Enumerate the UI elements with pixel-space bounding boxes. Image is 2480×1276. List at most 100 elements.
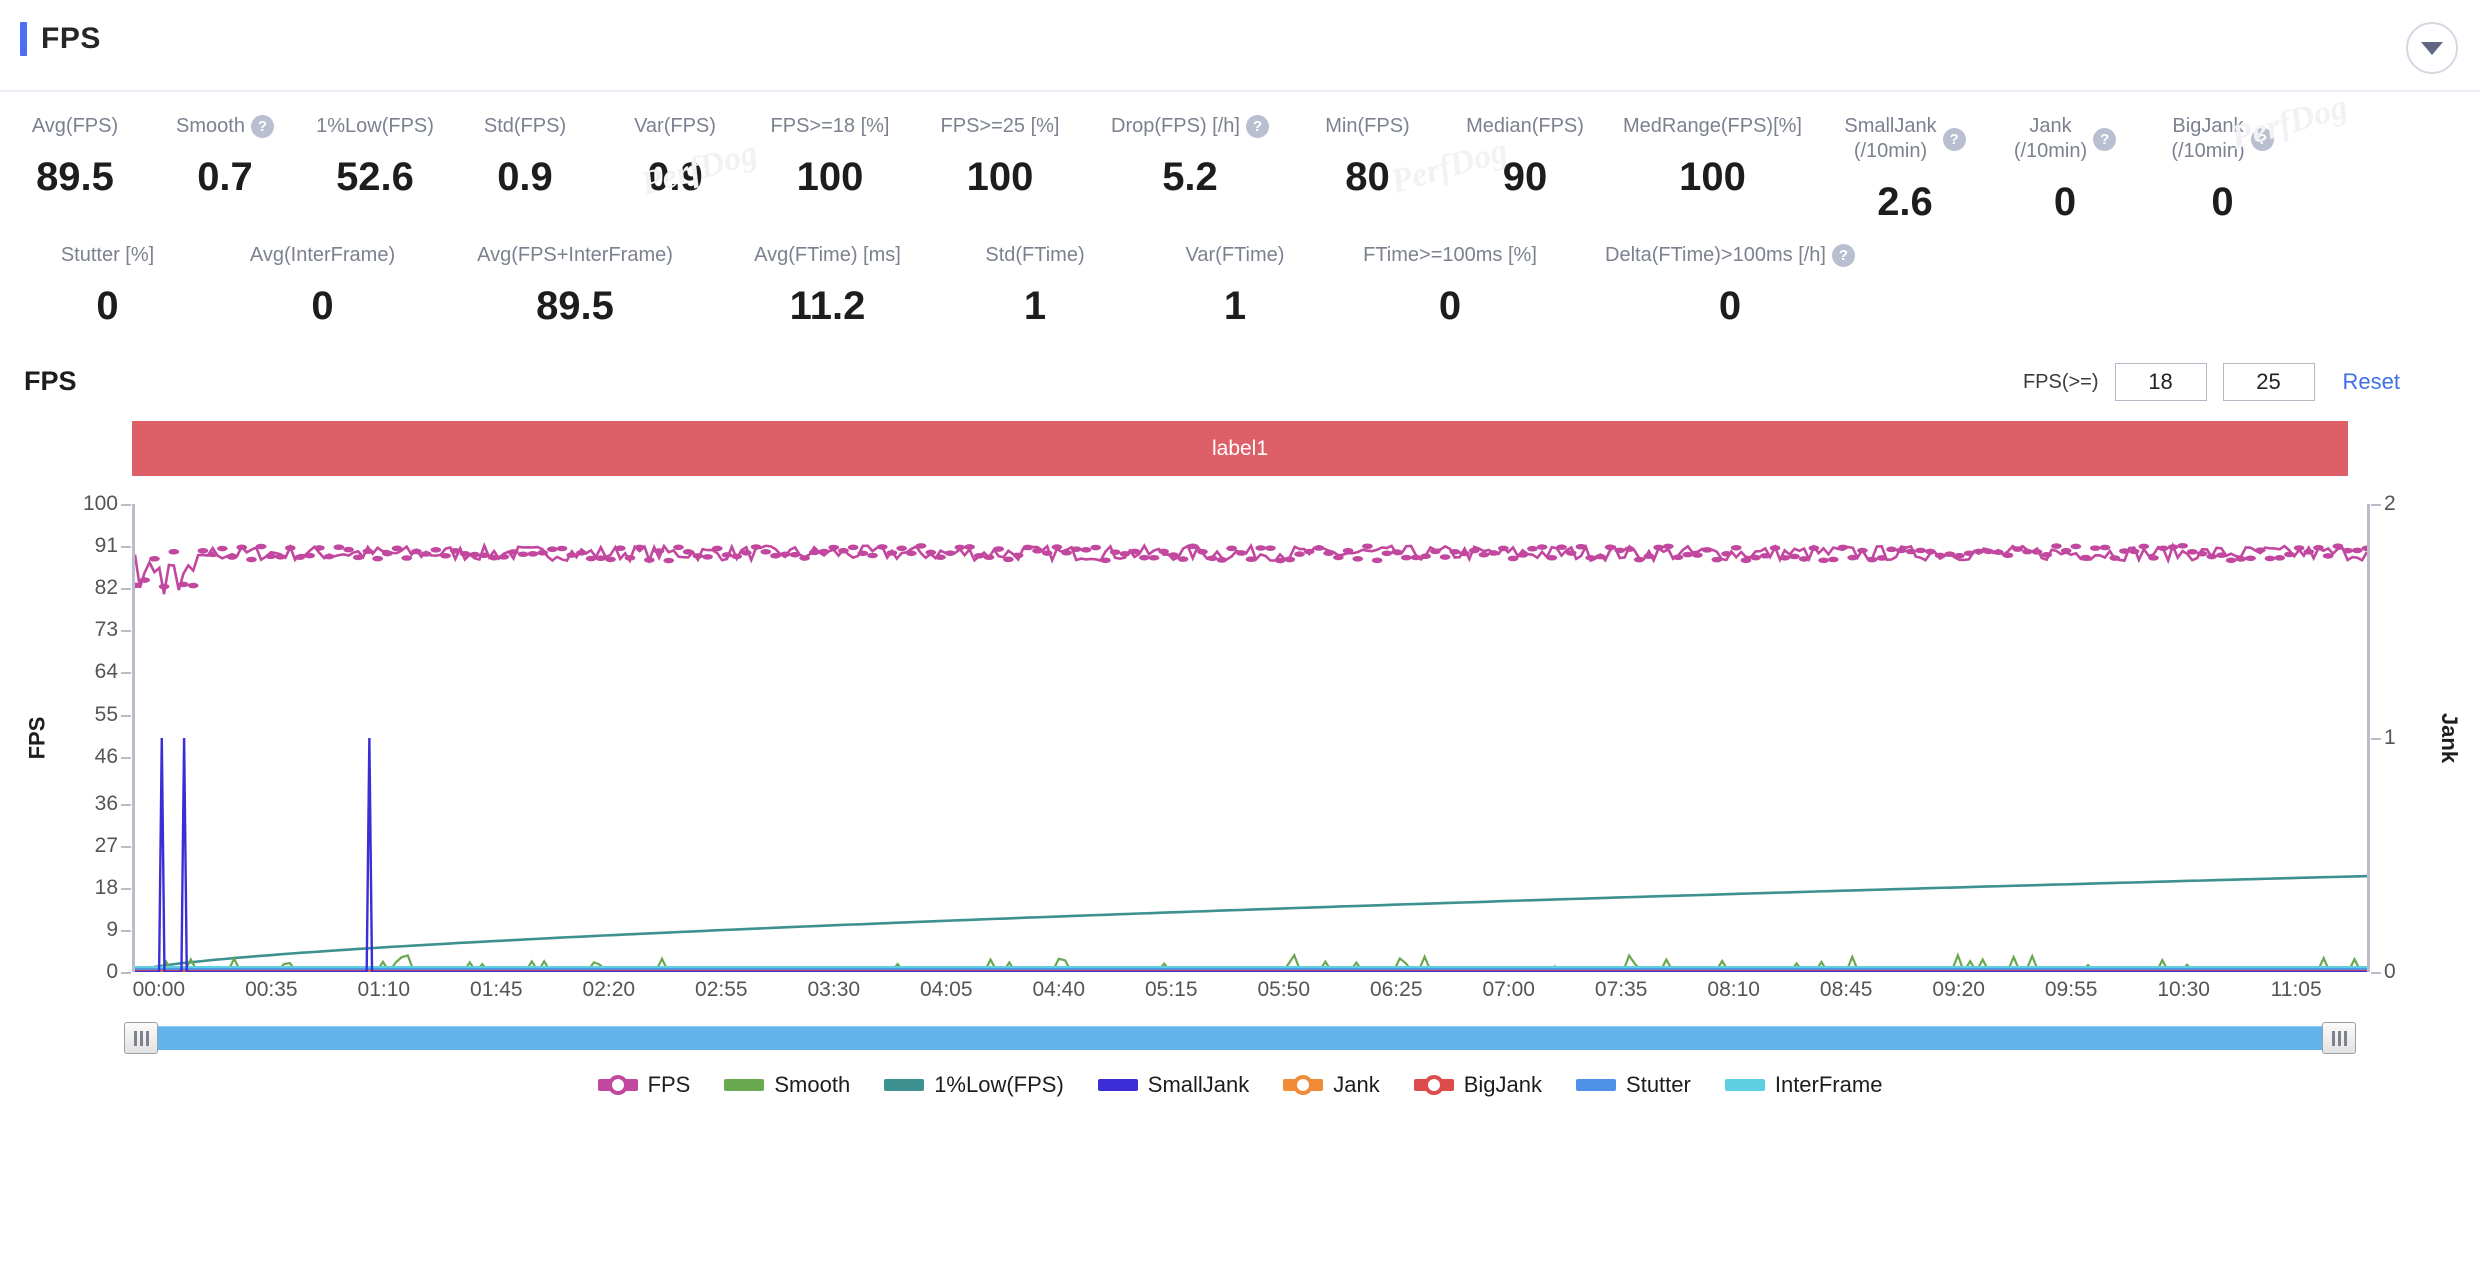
series-fps-point (197, 547, 209, 554)
plot-area[interactable] (132, 504, 2370, 972)
metric-label: Std(FPS) (484, 114, 566, 139)
chevron-down-icon (2421, 41, 2443, 55)
legend-label: SmallJank (1147, 1072, 1250, 1097)
series-fps-point (323, 553, 335, 560)
fps-threshold-low-input[interactable] (2114, 363, 2207, 401)
help-icon[interactable]: ? (1942, 127, 1966, 151)
help-icon[interactable]: ? (2250, 127, 2274, 151)
series-fps-point (158, 583, 170, 590)
metric-label-text: FPS>=25 [%] (940, 115, 1060, 137)
legend-item-1-low-fps[interactable]: 1%Low(FPS) (884, 1072, 1064, 1098)
legend-item-bigjank[interactable]: BigJank (1413, 1072, 1543, 1098)
label-band[interactable]: label1 (132, 421, 2348, 476)
metric-label-text: Std(FPS) (483, 115, 567, 137)
metric-label-text: Median(FPS) (1466, 115, 1584, 137)
legend-item-interframe[interactable]: InterFrame (1724, 1072, 1882, 1098)
help-icon[interactable]: ? (1245, 115, 1269, 138)
series-fps-point (2264, 555, 2276, 562)
series-fps-point (430, 547, 442, 553)
series-fps-point (634, 544, 645, 551)
series-fps-point (1682, 551, 1694, 558)
series-fps-point (478, 552, 490, 559)
series-fps-point (789, 551, 801, 558)
series-fps-point (1226, 545, 1237, 552)
range-right-handle[interactable] (2322, 1022, 2356, 1054)
help-icon[interactable]: ? (2093, 127, 2117, 151)
metric-label: Var(FTime) (1186, 243, 1285, 268)
series-fps-point (1585, 554, 1597, 561)
series-fps-point (721, 552, 733, 558)
series-fps-point (2225, 557, 2237, 564)
series-fps-point (1857, 547, 1868, 554)
metric-label: Var(FPS) (634, 114, 716, 139)
series-fps-point (2021, 548, 2033, 555)
series-fps-point (1410, 554, 1422, 561)
metric-value: 89.5 (36, 155, 114, 199)
range-left-handle[interactable] (124, 1022, 158, 1054)
metric-label-text: SmallJank (/10min) (1844, 115, 1937, 162)
series-fps-point (1148, 554, 1160, 561)
range-track[interactable] (132, 1026, 2348, 1050)
series-fps-point (1721, 551, 1732, 557)
y-axis-right-tick: 2 (2371, 492, 2396, 515)
legend-item-fps[interactable]: FPS (597, 1072, 690, 1098)
series-fps-point (1265, 545, 1276, 551)
x-axis-tick: 09:20 (1932, 978, 1985, 1001)
series-fps-point (1662, 543, 1674, 550)
metric-value: 0 (1438, 284, 1462, 328)
x-axis-tick: 04:05 (919, 978, 973, 1001)
legend-item-smalljank[interactable]: SmallJank (1097, 1072, 1250, 1098)
series-fps-point (838, 547, 849, 554)
metric-label-text: Delta(FTime)>100ms [/h] (1605, 244, 1826, 266)
metric-avg-ftime-ms: Avg(FTime) [ms] 11.2 (720, 243, 935, 329)
series-fps-point (1400, 554, 1412, 561)
x-axis-tick: 00:00 (132, 978, 186, 1001)
series-fps-point (1022, 544, 1034, 551)
series-fps-point (1274, 557, 1286, 564)
series-fps-point (1070, 546, 1082, 552)
series-fps-point (2235, 556, 2247, 562)
metric-value: 0 (96, 284, 119, 328)
series-fps-point (2109, 555, 2121, 561)
fps-threshold-label: FPS(>=) (2022, 370, 2099, 393)
metric-value: 52.6 (336, 155, 414, 199)
metric-label: Jank (/10min)? (2013, 114, 2117, 164)
legend-label: Stutter (1626, 1072, 1691, 1097)
help-icon[interactable]: ? (250, 115, 274, 138)
legend-item-jank[interactable]: Jank (1283, 1072, 1380, 1098)
reset-button[interactable]: Reset (2343, 369, 2400, 395)
series-fps-point (1255, 545, 1267, 551)
metric-min-fps: Min(FPS) 80 (1290, 114, 1445, 200)
metric-label: Min(FPS) (1325, 114, 1409, 139)
x-axis-tick: 08:45 (1819, 978, 1873, 1001)
legend-item-smooth[interactable]: Smooth (724, 1072, 850, 1098)
metric-value: 11.2 (789, 284, 866, 328)
series-fps-point (896, 545, 908, 552)
series-fps-point (1177, 556, 1189, 562)
series-fps-point (935, 554, 946, 561)
metric-label-text: Drop(FPS) [/h] (1111, 115, 1240, 137)
series-fps-point (459, 550, 471, 557)
range-scrollbar[interactable] (124, 1022, 2356, 1056)
series-fps-point (362, 548, 374, 555)
fps-threshold-high-input[interactable] (2222, 363, 2315, 401)
series-fps-point (1100, 557, 1111, 564)
collapse-panel-button[interactable] (2406, 22, 2458, 74)
legend-item-stutter[interactable]: Stutter (1576, 1072, 1691, 1098)
metric-label-text: Jank (/10min) (2013, 115, 2088, 162)
series-fps-point (2186, 548, 2198, 555)
series-fps-point (1546, 554, 1558, 561)
series-fps-point (2060, 547, 2072, 554)
series-fps-point (1808, 545, 1820, 551)
legend-label: BigJank (1463, 1072, 1543, 1097)
x-axis-tick: 03:30 (807, 978, 861, 1001)
x-axis-tick: 01:10 (357, 978, 411, 1001)
legend-swatch-icon (724, 1079, 765, 1091)
series-fps-point (964, 544, 975, 550)
series-fps-point (1672, 554, 1684, 561)
metric-label-text: Avg(InterFrame) (249, 244, 396, 266)
help-icon[interactable]: ? (1832, 244, 1855, 267)
series-fps-point (828, 544, 840, 551)
series-fps-point (284, 545, 296, 551)
x-axis-tick: 01:45 (470, 978, 523, 1001)
